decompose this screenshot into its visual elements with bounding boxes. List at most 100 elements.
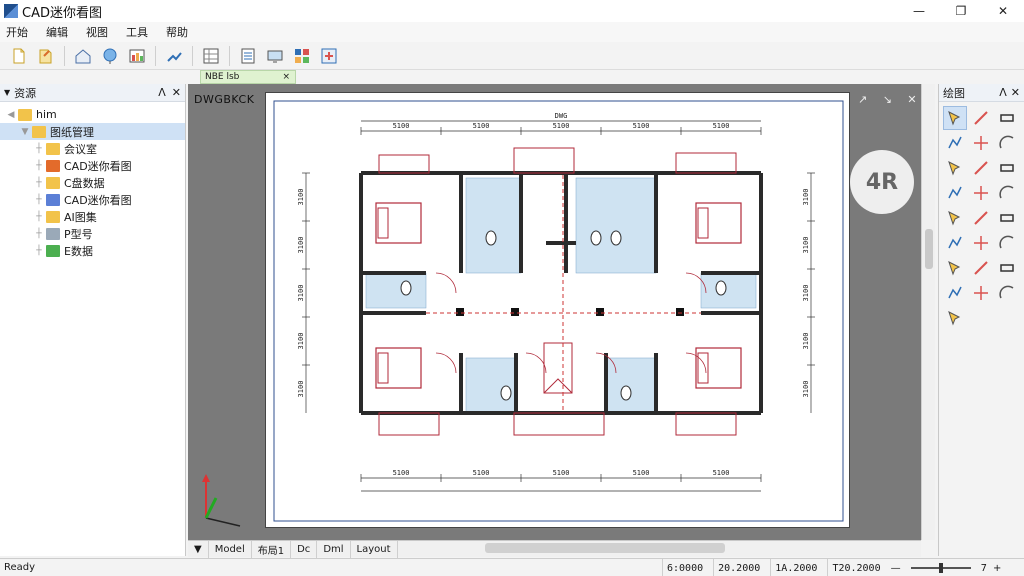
text-icon[interactable] — [969, 206, 993, 230]
rect-icon[interactable] — [995, 206, 1019, 230]
menu-item[interactable]: 编辑 — [46, 24, 68, 40]
view-controls[interactable]: ↗ ↘ ✕ — [858, 93, 923, 106]
dim-bottom-label: 5100 — [553, 469, 570, 477]
tree-item[interactable]: ┼ AI图集 — [0, 208, 185, 225]
view-cube[interactable]: 4R — [850, 150, 914, 214]
close-button[interactable]: ✕ — [982, 0, 1024, 22]
settings-icon[interactable] — [318, 45, 340, 67]
menu-item[interactable]: 视图 — [86, 24, 108, 40]
hatch-icon[interactable] — [969, 231, 993, 255]
collapse-icon[interactable]: ▼ — [4, 88, 10, 97]
mirror-icon[interactable] — [969, 156, 993, 180]
tree-expander-icon[interactable]: ┼ — [32, 178, 46, 188]
scale-icon[interactable] — [943, 281, 967, 305]
dim-bottom-label: 5100 — [633, 469, 650, 477]
export-icon[interactable] — [943, 306, 967, 330]
polyline-icon[interactable] — [943, 131, 967, 155]
move-icon[interactable] — [969, 131, 993, 155]
open-file-icon[interactable] — [35, 45, 57, 67]
trim-icon[interactable] — [943, 206, 967, 230]
tree-item[interactable]: ◀ him — [0, 106, 185, 123]
dimension-icon[interactable] — [969, 256, 993, 280]
dim-top-label: 5100 — [393, 122, 410, 130]
layout-tab[interactable]: 布局1 — [252, 540, 292, 558]
globe-icon[interactable] — [99, 45, 121, 67]
tree-expander-icon[interactable]: ┼ — [32, 212, 46, 222]
file-tree: ◀ him ▼ 图纸管理 ┼ 会议室 ┼ CAD迷你看图 ┼ C盘数据 ┼ CAD迷你看图 ┼ AI图集 ┼… — [0, 102, 185, 259]
print-icon[interactable] — [237, 45, 259, 67]
column — [676, 308, 684, 316]
pin-icon[interactable]: ᐱ — [999, 86, 1007, 99]
offset-icon[interactable] — [995, 156, 1019, 180]
tree-expander-icon[interactable]: ▼ — [18, 127, 32, 137]
grid-icon[interactable] — [200, 45, 222, 67]
tree-expander-icon[interactable]: ◀ — [4, 110, 18, 120]
toolbar-separator — [192, 45, 193, 66]
array-icon[interactable] — [995, 181, 1019, 205]
menu-item[interactable]: 帮助 — [166, 24, 188, 40]
folder-icon — [46, 210, 60, 223]
coordinate-readout: 6:0000 20.2000 1A.2000 T20.2000 — 7 + — [662, 559, 1001, 576]
tree-item[interactable]: ┼ E数据 — [0, 242, 185, 259]
menu-item[interactable]: 工具 — [126, 24, 148, 40]
pin-icon[interactable]: ᐱ — [158, 86, 166, 99]
erase-icon[interactable] — [995, 106, 1019, 130]
extend-icon[interactable] — [943, 181, 967, 205]
panel-close-icon[interactable]: ✕ — [1011, 86, 1020, 99]
fillet-icon[interactable] — [943, 256, 967, 280]
horizontal-scroll-thumb[interactable] — [485, 543, 725, 553]
minimize-button[interactable]: — — [898, 0, 940, 22]
draw-panel-header: 绘图 ᐱ ✕ — [939, 84, 1024, 102]
stair-arrow — [543, 378, 573, 394]
zoom-slider[interactable] — [910, 563, 971, 573]
tree-item[interactable]: ┼ 会议室 — [0, 140, 185, 157]
zoom-icon[interactable] — [943, 231, 967, 255]
layout-tab[interactable]: Dc — [291, 540, 318, 558]
layout-tab[interactable]: Model — [209, 540, 252, 558]
zoom-in-button[interactable]: + — [993, 563, 1001, 574]
coord-field: 20.2000 — [713, 559, 764, 576]
tab-nav-icon[interactable]: ▼ — [188, 540, 209, 558]
dim-right-label: 3100 — [802, 285, 810, 302]
wet-area — [465, 357, 517, 414]
tree-expander-icon[interactable]: ┼ — [32, 161, 46, 171]
new-file-icon[interactable] — [8, 45, 30, 67]
toolbar-separator — [155, 45, 156, 66]
tree-expander-icon[interactable]: ┼ — [32, 229, 46, 239]
layout-tab[interactable]: Dml — [317, 540, 351, 558]
vertical-scrollbar[interactable] — [921, 84, 935, 540]
menu-item[interactable]: 开始 — [6, 24, 28, 40]
tree-item[interactable]: ┼ P型号 — [0, 225, 185, 242]
dim-right-label: 3100 — [802, 381, 810, 398]
palette-icon[interactable] — [291, 45, 313, 67]
measure-icon[interactable] — [163, 45, 185, 67]
layout-tab[interactable]: Layout — [351, 540, 398, 558]
rotate-icon[interactable] — [943, 156, 967, 180]
home-icon[interactable] — [72, 45, 94, 67]
vertical-scroll-thumb[interactable] — [925, 229, 933, 269]
document-tab-close-icon[interactable]: × — [282, 72, 290, 82]
layers-icon[interactable] — [126, 45, 148, 67]
copy-icon[interactable] — [969, 181, 993, 205]
point-icon[interactable] — [995, 281, 1019, 305]
tree-item-label: 图纸管理 — [50, 125, 94, 139]
tree-item[interactable]: ▼ 图纸管理 — [0, 123, 185, 140]
monitor-icon[interactable] — [264, 45, 286, 67]
line-icon[interactable] — [969, 106, 993, 130]
select-icon[interactable] — [943, 106, 967, 130]
tree-item[interactable]: ┼ CAD迷你看图 — [0, 191, 185, 208]
block-icon[interactable] — [995, 256, 1019, 280]
tree-expander-icon[interactable]: ┼ — [32, 246, 46, 256]
tree-expander-icon[interactable]: ┼ — [32, 144, 46, 154]
tree-item[interactable]: ┼ CAD迷你看图 — [0, 157, 185, 174]
arc-icon[interactable] — [995, 131, 1019, 155]
tree-item[interactable]: ┼ C盘数据 — [0, 174, 185, 191]
measure-icon[interactable] — [969, 281, 993, 305]
zoom-out-button[interactable]: — — [891, 563, 901, 574]
tree-item-label: P型号 — [64, 227, 93, 241]
panel-close-icon[interactable]: ✕ — [172, 86, 181, 99]
document-tab[interactable]: NBE lsb × — [200, 70, 296, 84]
maximize-button[interactable]: ❐ — [940, 0, 982, 22]
circle-icon[interactable] — [995, 231, 1019, 255]
tree-expander-icon[interactable]: ┼ — [32, 195, 46, 205]
